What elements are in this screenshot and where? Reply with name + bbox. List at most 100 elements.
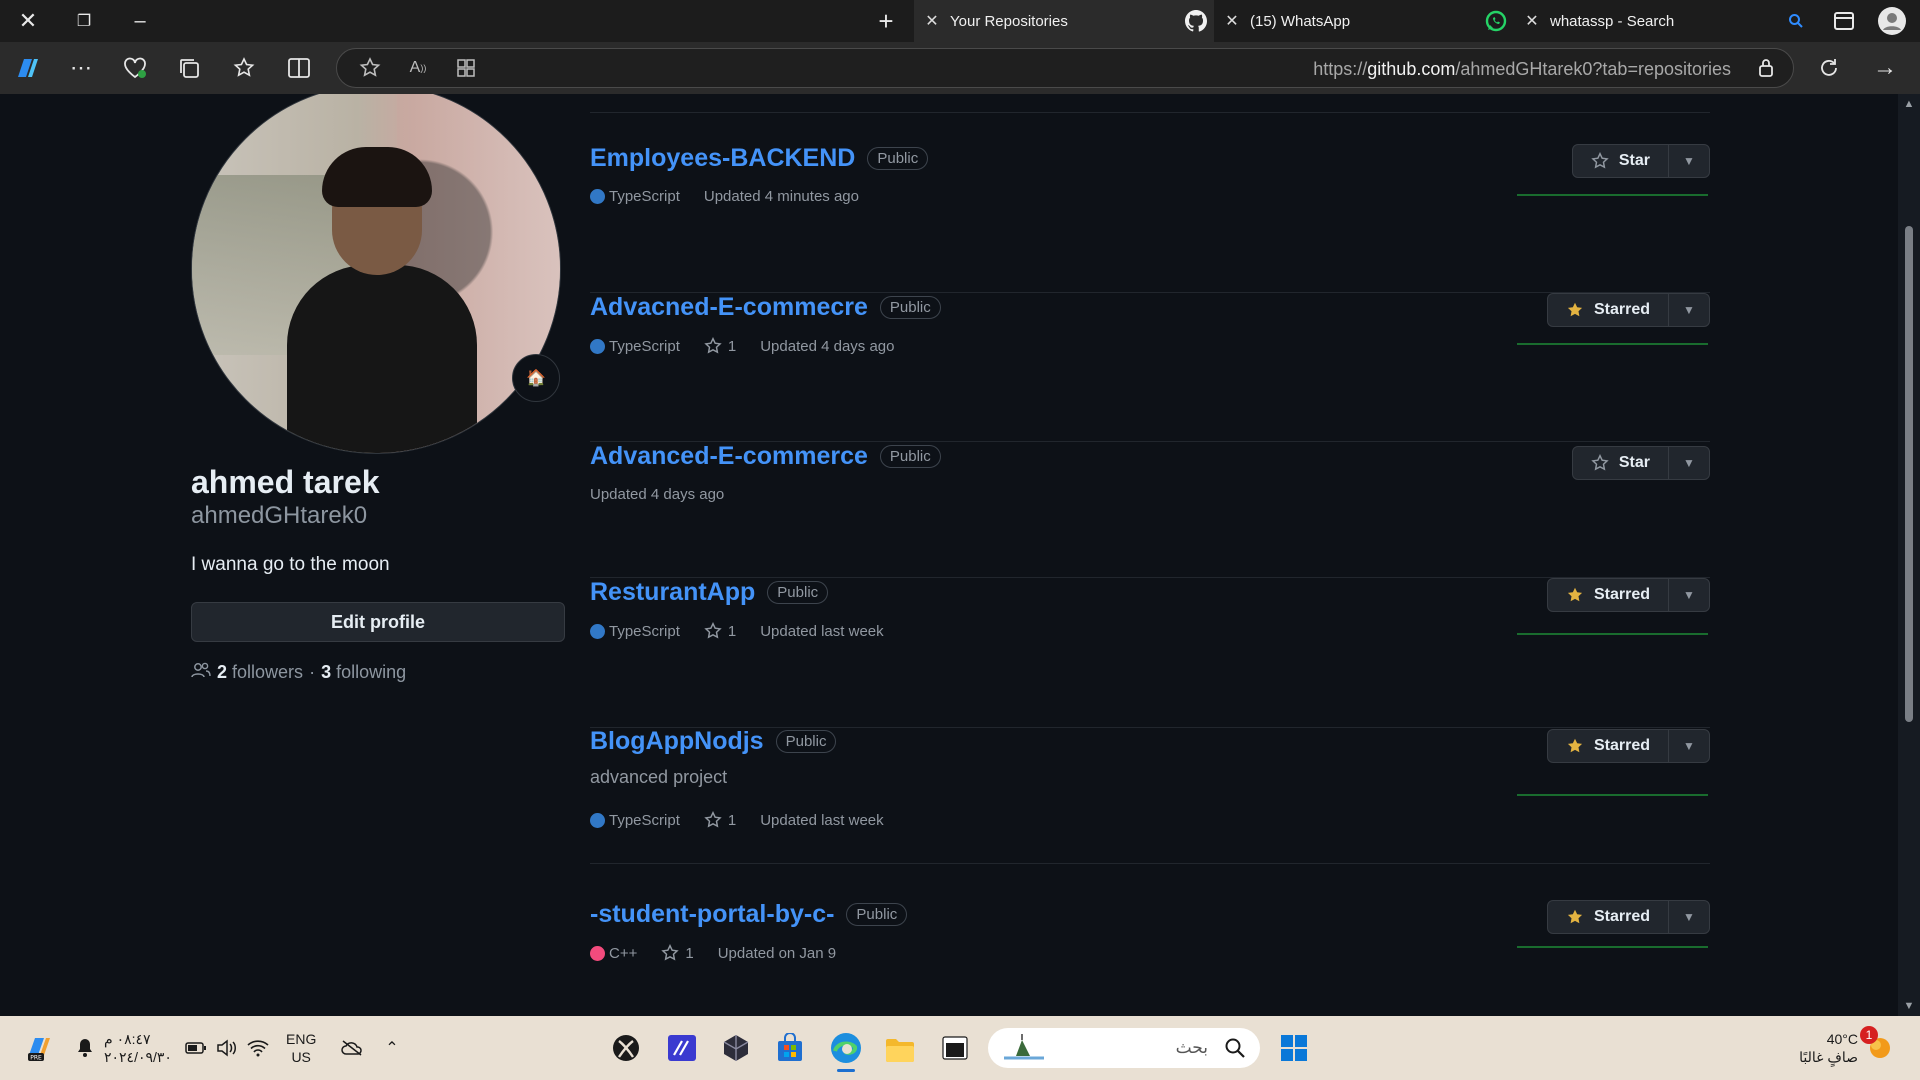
list-dropdown-button[interactable]: ▼ <box>1669 730 1709 762</box>
list-dropdown-button[interactable]: ▼ <box>1669 294 1709 326</box>
unstar-button[interactable]: Starred <box>1548 901 1669 933</box>
volume-icon[interactable] <box>214 1036 240 1060</box>
url-host: github.com <box>1367 59 1456 79</box>
file-explorer-icon[interactable] <box>880 1028 920 1072</box>
language-color-dot <box>590 338 605 354</box>
scrollbar-thumb[interactable] <box>1905 226 1913 722</box>
weather-widget[interactable]: 40°C صافٍ غالبًا <box>1799 1030 1858 1066</box>
address-bar[interactable]: A)) https://github.com/ahmedGHtarek0?tab… <box>336 48 1794 88</box>
unstar-button[interactable]: Starred <box>1548 730 1669 762</box>
repo-name-link[interactable]: Advanced-E-commerce <box>590 442 868 471</box>
wifi-icon[interactable] <box>245 1036 271 1060</box>
repo-list-item: BlogAppNodjs Public advanced project Typ… <box>590 727 1710 867</box>
visibility-badge: Public <box>775 730 837 753</box>
pen-app-icon[interactable] <box>662 1028 702 1068</box>
add-favorite-icon[interactable] <box>351 50 389 86</box>
divider <box>590 863 1710 864</box>
close-tab-icon[interactable]: ✕ <box>1214 11 1250 31</box>
new-tab-button[interactable]: + <box>858 0 914 42</box>
language-color-dot <box>590 623 605 639</box>
close-tab-icon[interactable]: ✕ <box>1514 11 1550 31</box>
read-aloud-icon[interactable]: A)) <box>399 50 437 86</box>
star-count: 1 <box>685 944 694 962</box>
star-count: 1 <box>727 337 737 355</box>
windows-start-icon[interactable] <box>1274 1028 1314 1068</box>
close-window-icon[interactable]: ✕ <box>0 0 56 42</box>
stargazers-link[interactable]: 1 <box>704 337 736 355</box>
tab-bing-search[interactable]: ✕ whatassp - Search <box>1514 0 1814 42</box>
copilot-taskbar-icon[interactable]: PRE <box>20 1030 56 1066</box>
lock-icon[interactable] <box>1747 50 1785 86</box>
xbox-app-icon[interactable] <box>606 1028 646 1068</box>
activity-sparkline <box>1517 633 1708 635</box>
forward-icon[interactable]: → <box>1866 50 1904 86</box>
browser-essentials-icon[interactable] <box>116 50 154 86</box>
notifications-bell-icon[interactable] <box>72 1034 98 1062</box>
favorites-bar-icon[interactable] <box>225 50 263 86</box>
lang-region: US <box>291 1049 311 1065</box>
unstar-button[interactable]: Starred <box>1548 294 1669 326</box>
unstar-button[interactable]: Starred <box>1548 579 1669 611</box>
show-hidden-icons-chevron-icon[interactable]: ⌃ <box>380 1038 404 1058</box>
scroll-up-arrow[interactable]: ▲ <box>1898 98 1920 110</box>
tab-whatsapp[interactable]: ✕ (15) WhatsApp <box>1214 0 1514 42</box>
stargazers-link[interactable]: 1 <box>704 811 736 829</box>
profile-bio: I wanna go to the moon <box>191 554 390 575</box>
avatar[interactable] <box>191 94 561 454</box>
repo-name-link[interactable]: -student-portal-by-c- <box>590 900 834 929</box>
close-tab-icon[interactable]: ✕ <box>914 11 950 31</box>
tab-your-repositories[interactable]: ✕ Your Repositories <box>914 0 1214 42</box>
3d-app-icon[interactable] <box>716 1028 756 1068</box>
profile-avatar-icon[interactable] <box>1864 0 1920 42</box>
stargazers-link[interactable]: 1 <box>661 944 694 962</box>
repo-updated: Updated 4 days ago <box>590 486 725 503</box>
following-link[interactable]: 3 following <box>321 662 406 683</box>
followers-link[interactable]: 2 followers <box>217 662 303 683</box>
app-available-icon[interactable] <box>447 50 485 86</box>
list-dropdown-button[interactable]: ▼ <box>1669 579 1709 611</box>
restore-window-icon[interactable]: ❐ <box>56 0 112 42</box>
following-label: following <box>336 662 407 682</box>
refresh-icon[interactable] <box>1810 50 1848 86</box>
more-options-icon[interactable]: ⋯ <box>62 50 100 86</box>
star-button-group: Starred ▼ <box>1546 578 1710 612</box>
status-emoji-button[interactable]: 🏠 <box>512 354 560 402</box>
window-app-icon[interactable] <box>935 1028 975 1068</box>
list-dropdown-button[interactable]: ▼ <box>1669 447 1709 479</box>
taskbar-search-input[interactable]: بحث <box>988 1028 1260 1068</box>
repo-name-link[interactable]: Advacned-E-commecre <box>590 293 868 322</box>
activity-sparkline <box>1517 794 1708 796</box>
star-button[interactable]: Star <box>1573 145 1669 177</box>
following-count: 3 <box>321 662 332 682</box>
page-scrollbar[interactable]: ▲ ▼ <box>1898 94 1920 1016</box>
edge-browser-icon[interactable] <box>825 1024 867 1072</box>
scroll-down-arrow[interactable]: ▼ <box>1898 1000 1920 1012</box>
activity-sparkline <box>1517 946 1708 948</box>
repo-name-link[interactable]: ResturantApp <box>590 578 755 607</box>
battery-icon[interactable] <box>184 1038 208 1058</box>
repo-name-link[interactable]: Employees-BACKEND <box>590 144 855 173</box>
followers-count: 2 <box>217 662 228 682</box>
list-dropdown-button[interactable]: ▼ <box>1669 145 1709 177</box>
minimize-window-icon[interactable]: – <box>112 0 168 42</box>
star-label: Starred <box>1593 737 1650 754</box>
stargazers-link[interactable]: 1 <box>704 622 736 640</box>
copilot-icon[interactable] <box>8 50 46 86</box>
star-count: 1 <box>727 622 737 640</box>
star-button[interactable]: Star <box>1573 447 1669 479</box>
system-clock[interactable]: ٠٨:٤٧ م ٢٠٢٤/٠٩/٣٠ <box>104 1030 172 1066</box>
collections-icon[interactable] <box>170 50 208 86</box>
list-dropdown-button[interactable]: ▼ <box>1669 901 1709 933</box>
weather-condition: صافٍ غالبًا <box>1799 1049 1858 1065</box>
split-view-icon[interactable] <box>280 50 318 86</box>
star-outline-icon <box>704 337 722 354</box>
onedrive-offline-icon[interactable] <box>338 1036 366 1060</box>
repo-updated: Updated on Jan 9 <box>717 944 837 962</box>
star-button-group: Starred ▼ <box>1546 293 1710 327</box>
whatsapp-icon <box>1478 10 1514 32</box>
repo-name-link[interactable]: BlogAppNodjs <box>590 727 764 756</box>
input-language-indicator[interactable]: ENG US <box>286 1030 316 1066</box>
repo-list-item: Advacned-E-commecre Public TypeScript 1 … <box>590 293 1710 442</box>
edit-profile-button[interactable]: Edit profile <box>191 602 565 642</box>
microsoft-store-icon[interactable] <box>770 1028 810 1068</box>
